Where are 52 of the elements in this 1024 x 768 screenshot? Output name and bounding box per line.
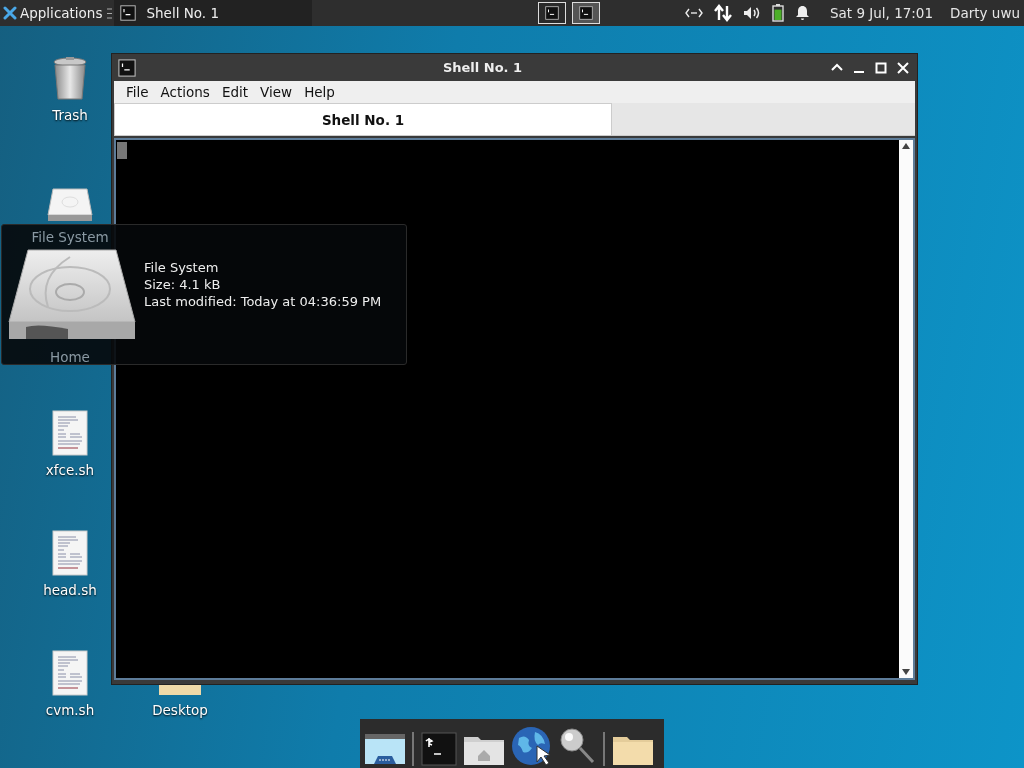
text-file-icon <box>52 530 88 576</box>
menu-item[interactable]: Edit <box>215 81 255 103</box>
menu-item[interactable]: Actions <box>154 81 216 103</box>
terminal-icon <box>118 58 136 77</box>
hard-drive-icon <box>47 187 93 223</box>
home-folder-icon[interactable] <box>463 734 505 766</box>
volume-icon <box>742 6 761 20</box>
globe-icon[interactable] <box>511 726 551 766</box>
workspace-button[interactable] <box>537 2 566 24</box>
tab[interactable]: Shell No. 1 <box>114 103 612 135</box>
window-title: Shell No. 1 <box>441 60 524 75</box>
menu-item[interactable]: Help <box>298 81 341 103</box>
xfce-logo-icon <box>3 6 17 20</box>
workspace-button[interactable] <box>571 2 600 24</box>
terminal-icon <box>120 5 137 21</box>
desktop-icon-label[interactable]: head.sh <box>43 582 97 598</box>
menu-item[interactable]: File <box>120 81 155 103</box>
network-icon <box>684 7 703 19</box>
terminal-icon[interactable] <box>421 732 457 766</box>
text-file-icon <box>52 650 88 696</box>
scroll-up-icon[interactable] <box>902 143 910 149</box>
taskbar-button[interactable]: Shell No. 1 <box>114 0 313 26</box>
clock[interactable]: Sat 9 Jul, 17:01 <box>829 5 934 21</box>
text-cursor <box>117 142 127 159</box>
applications-menu[interactable]: Applications <box>0 0 106 26</box>
terminal-icon <box>578 6 593 20</box>
trash-icon <box>53 57 87 101</box>
dock-separator <box>603 732 606 766</box>
folder-icon[interactable] <box>612 734 654 766</box>
notification-bell-icon <box>794 5 810 21</box>
scrollbar[interactable] <box>899 140 913 678</box>
user-name[interactable]: Darty uwu <box>950 5 1020 21</box>
magnifier-icon[interactable] <box>557 726 597 766</box>
desktop-icon-label[interactable]: cvm.sh <box>45 702 95 718</box>
terminal-icon <box>544 6 559 20</box>
tooltip-title: File System <box>144 260 220 275</box>
dock-separator <box>412 732 415 766</box>
scroll-down-icon[interactable] <box>902 669 910 675</box>
desktop-icon-label[interactable]: Trash <box>52 107 88 123</box>
up-down-arrows-icon <box>713 4 732 22</box>
tooltip-text: Size: 4.1 kB <box>144 277 222 292</box>
desktop-icon-label[interactable]: xfce.sh <box>45 462 95 478</box>
desktop-icon-label[interactable]: Home <box>50 349 90 365</box>
show-desktop-icon[interactable] <box>364 732 406 766</box>
close-button[interactable] <box>895 59 911 76</box>
desktop-icon-label[interactable]: Desktop <box>152 702 208 718</box>
menu-item[interactable]: View <box>254 81 299 103</box>
battery-icon <box>771 4 784 22</box>
text-file-icon <box>52 410 88 456</box>
desktop-icon-label[interactable]: File System <box>31 229 109 245</box>
panel-handle-icon <box>107 6 113 20</box>
tooltip-text: Last modified: Today at 04:36:59 PM <box>144 294 382 309</box>
